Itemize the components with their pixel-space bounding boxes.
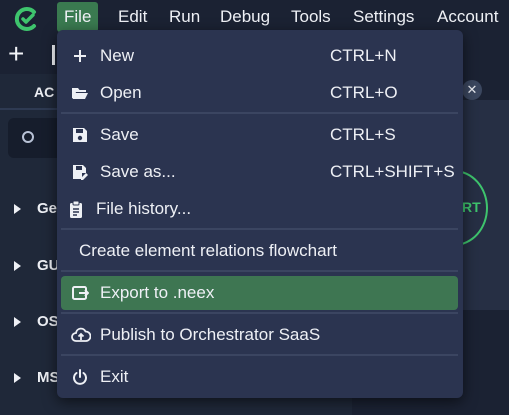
close-icon[interactable]: ✕ <box>462 80 482 100</box>
caret-right-icon <box>14 204 21 215</box>
menu-item-label: Create element relations flowchart <box>79 241 337 260</box>
tree-item-label: Ge <box>37 200 58 217</box>
save-icon <box>71 126 89 144</box>
menu-item-save[interactable]: Save CTRL+S <box>57 118 463 152</box>
menu-file[interactable]: File <box>57 2 99 32</box>
caret-right-icon <box>14 373 21 384</box>
menu-item-label: File history... <box>96 199 192 218</box>
menu-separator <box>61 354 458 356</box>
export-icon <box>71 284 89 302</box>
add-icon[interactable]: + <box>8 40 24 68</box>
menu-separator <box>61 312 458 314</box>
menu-edit[interactable]: Edit <box>111 2 154 32</box>
menu-item-label: Exit <box>100 367 129 386</box>
clipboard-icon <box>67 200 85 218</box>
menu-item-label: New <box>100 46 135 65</box>
menu-separator <box>61 270 458 272</box>
menu-item-export-neex[interactable]: Export to .neex <box>61 276 458 310</box>
menu-item-shortcut: CTRL+O <box>330 83 398 102</box>
cloud-upload-icon <box>71 326 91 344</box>
toolbar-divider <box>52 45 55 65</box>
menu-item-file-history[interactable]: File history... <box>57 192 463 226</box>
menu-item-shortcut: CTRL+SHIFT+S <box>330 162 455 181</box>
plus-icon <box>71 47 89 65</box>
tree-item[interactable]: MS <box>14 369 60 386</box>
search-icon <box>22 131 34 143</box>
menu-item-publish[interactable]: Publish to Orchestrator SaaS <box>57 318 463 352</box>
power-icon <box>71 368 89 386</box>
menu-separator <box>61 112 458 114</box>
menu-item-label: Open <box>100 83 142 102</box>
menu-run[interactable]: Run <box>162 2 207 32</box>
menu-item-label: Save as... <box>100 162 176 181</box>
file-menu-dropdown: New CTRL+N Open CTRL+O Save CTRL+S Save … <box>57 30 463 398</box>
menu-separator <box>61 228 458 230</box>
menu-debug[interactable]: Debug <box>213 2 277 32</box>
menu-item-save-as[interactable]: Save as... CTRL+SHIFT+S <box>57 155 463 189</box>
menu-item-exit[interactable]: Exit <box>57 360 463 394</box>
menu-item-shortcut: CTRL+N <box>330 46 397 65</box>
app-logo-icon <box>14 6 40 32</box>
caret-right-icon <box>14 317 21 328</box>
menu-item-label: Publish to Orchestrator SaaS <box>100 325 321 344</box>
start-node-label: RT <box>462 199 481 215</box>
menu-item-label: Save <box>100 125 139 144</box>
folder-open-icon <box>71 84 89 102</box>
menu-tools[interactable]: Tools <box>284 2 338 32</box>
menu-item-shortcut: CTRL+S <box>330 125 396 144</box>
tree-item[interactable]: Ge <box>14 200 57 217</box>
menu-account[interactable]: Account <box>430 2 505 32</box>
tree-item-label: OS <box>37 313 59 330</box>
menu-item-create-flowchart[interactable]: Create element relations flowchart <box>57 234 463 268</box>
menu-item-label: Export to .neex <box>100 283 215 302</box>
tree-item[interactable]: OS <box>14 313 59 330</box>
menu-settings[interactable]: Settings <box>346 2 421 32</box>
tab-activities[interactable]: AC <box>34 84 54 100</box>
caret-right-icon <box>14 261 21 272</box>
menu-item-new[interactable]: New CTRL+N <box>57 39 463 73</box>
tree-item[interactable]: GU <box>14 257 60 274</box>
menu-item-open[interactable]: Open CTRL+O <box>57 76 463 110</box>
save-as-icon <box>71 163 89 181</box>
